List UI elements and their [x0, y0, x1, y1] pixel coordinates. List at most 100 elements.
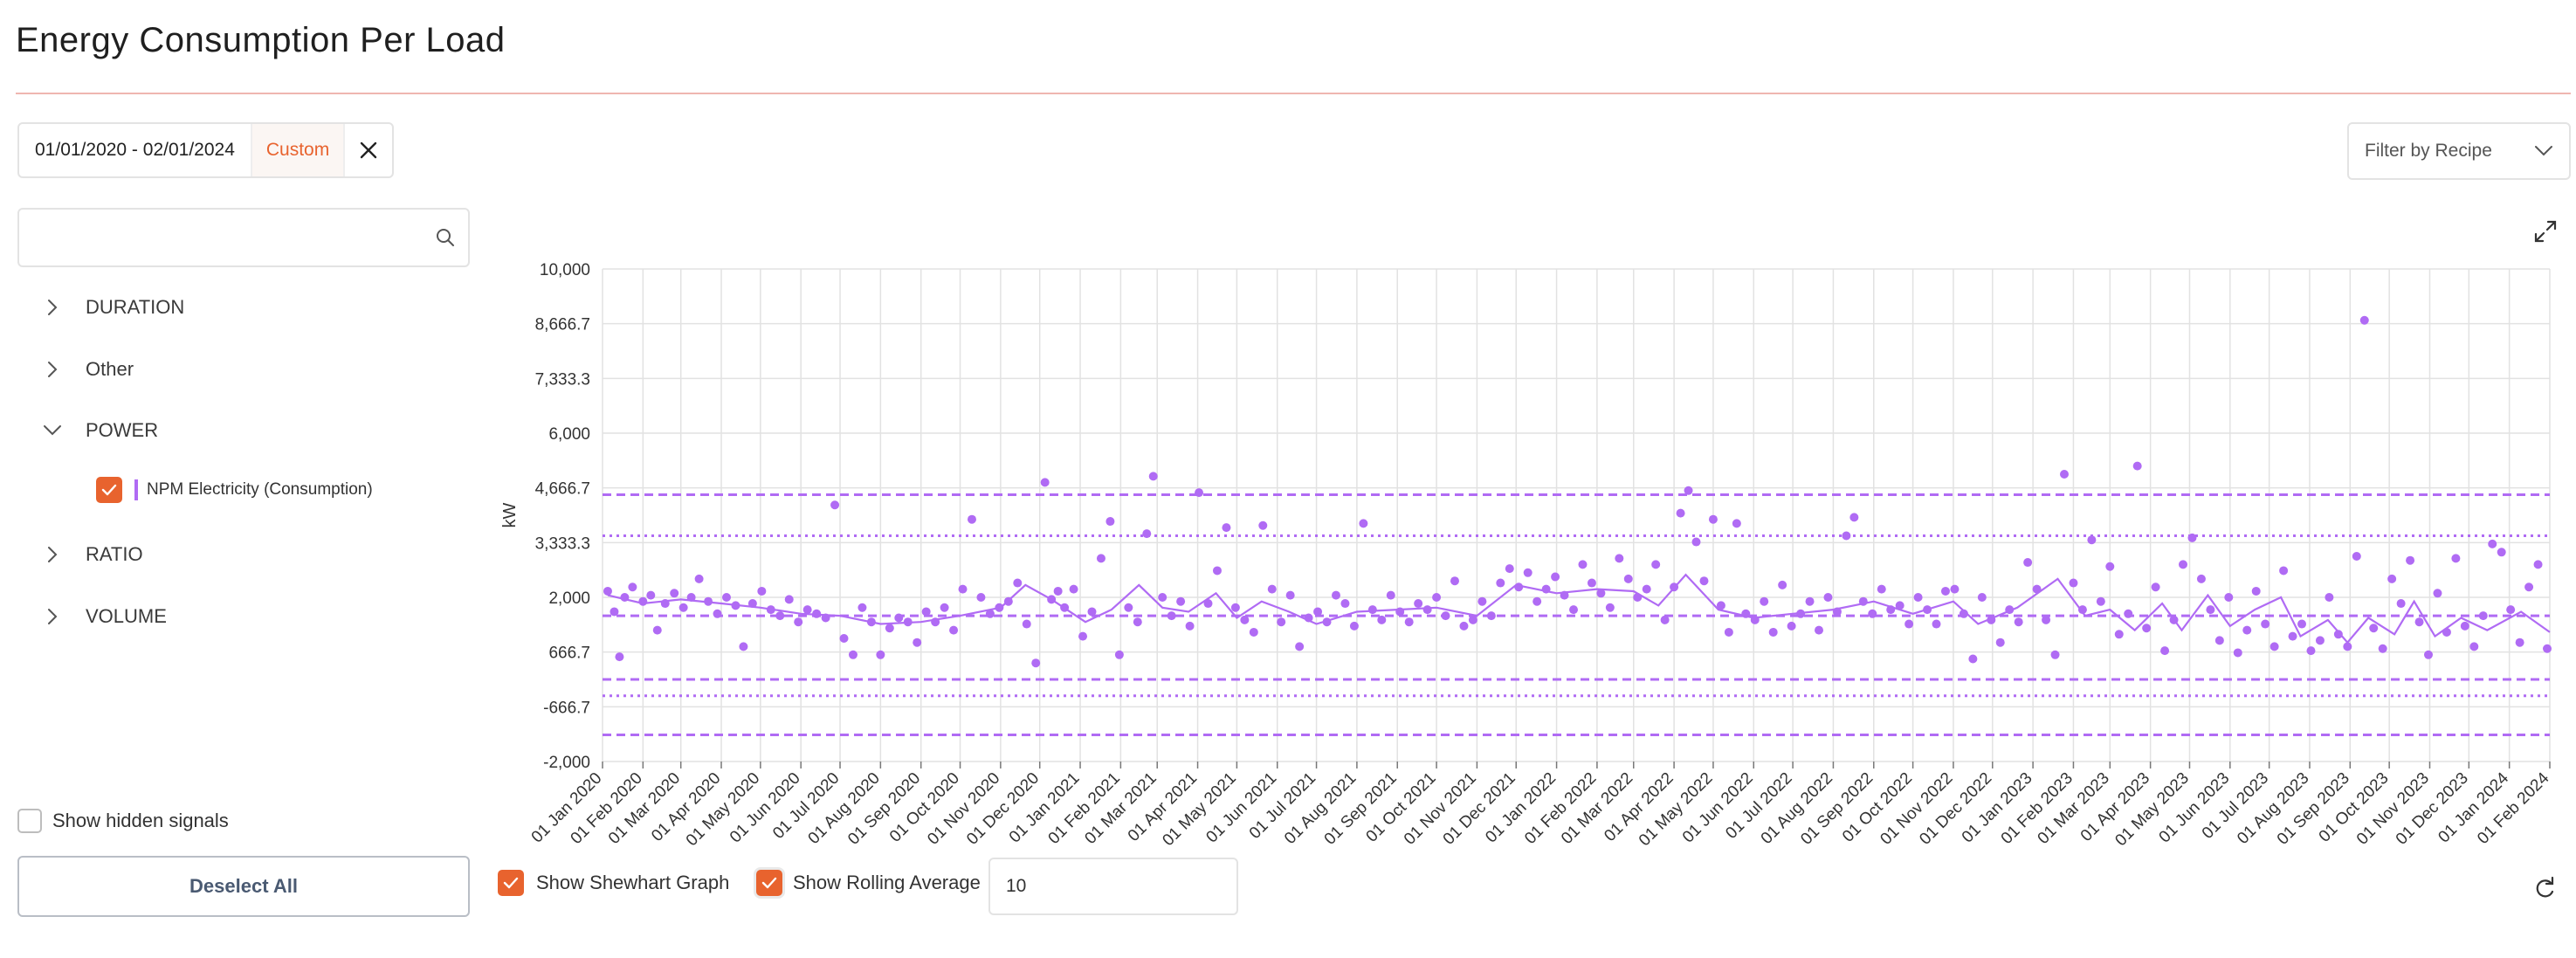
expand-icon[interactable]: [2532, 218, 2559, 245]
data-point: [903, 617, 913, 627]
data-point: [839, 634, 849, 643]
chevron-right-icon[interactable]: [35, 599, 70, 634]
date-range-picker[interactable]: 01/01/2020 - 02/01/2024 Custom: [17, 122, 395, 178]
data-point: [610, 607, 619, 617]
show-shewhart-option[interactable]: Show Shewhart Graph: [498, 870, 729, 896]
data-point: [1858, 596, 1868, 606]
shewhart-checkbox[interactable]: [498, 870, 524, 896]
rolling-average-checkbox[interactable]: [756, 870, 782, 896]
search-input[interactable]: [19, 209, 435, 266]
data-point: [1913, 593, 1923, 602]
data-point: [1787, 621, 1796, 631]
tree-group-power[interactable]: POWER: [35, 413, 158, 448]
data-point: [739, 642, 748, 651]
data-point: [2023, 558, 2033, 568]
date-range-value[interactable]: 01/01/2020 - 02/01/2024: [19, 124, 251, 176]
y-tick-label: 666.7: [548, 644, 590, 663]
signal-search[interactable]: [17, 208, 470, 267]
data-point: [1087, 607, 1097, 617]
data-point: [1660, 615, 1670, 624]
show-rolling-average-option[interactable]: Show Rolling Average: [756, 870, 981, 896]
tree-group-label: DURATION: [86, 296, 185, 318]
show-hidden-label: Show hidden signals: [52, 810, 229, 831]
signal-checkbox[interactable]: [96, 477, 122, 503]
energy-chart: 10,000 8,666.7 7,333.3 6,000 4,666.7 3,333.3 2…: [500, 261, 2553, 850]
tree-group-ratio[interactable]: RATIO: [35, 537, 143, 572]
data-point: [1277, 617, 1286, 627]
data-point: [1932, 619, 1941, 629]
data-point: [721, 593, 731, 602]
data-point: [628, 582, 637, 592]
data-point: [858, 603, 867, 612]
data-point: [2533, 560, 2543, 569]
data-point: [2497, 548, 2506, 557]
data-point: [2325, 593, 2334, 602]
data-point: [2196, 574, 2206, 583]
show-hidden-signals[interactable]: Show hidden signals: [17, 809, 229, 833]
data-point: [1904, 619, 1914, 629]
data-point: [967, 514, 976, 524]
data-point: [1716, 601, 1725, 610]
data-point: [2233, 648, 2242, 658]
chevron-down-icon[interactable]: [35, 413, 70, 448]
search-icon[interactable]: [435, 227, 456, 248]
y-tick-label: 6,000: [548, 425, 590, 444]
data-point: [1796, 609, 1806, 618]
data-point: [976, 593, 986, 602]
data-point: [1842, 531, 1851, 541]
data-point: [1977, 593, 1987, 602]
tree-group-label: VOLUME: [86, 605, 167, 627]
data-point: [2524, 582, 2534, 592]
filter-by-recipe-dropdown[interactable]: Filter by Recipe: [2347, 122, 2571, 180]
clear-date-button[interactable]: [345, 124, 392, 176]
signal-item-npm-electricity[interactable]: NPM Electricity (Consumption): [96, 472, 373, 508]
deselect-all-button[interactable]: Deselect All: [17, 856, 470, 917]
data-point: [766, 605, 775, 615]
data-point: [1450, 576, 1459, 586]
filter-by-recipe-label: Filter by Recipe: [2365, 141, 2492, 161]
data-point: [615, 652, 624, 662]
data-point: [757, 586, 767, 596]
rolling-window-input[interactable]: 10: [988, 858, 1238, 915]
data-point: [2096, 596, 2105, 606]
tree-group-volume[interactable]: VOLUME: [35, 599, 167, 634]
data-point: [2343, 642, 2352, 651]
reset-zoom-icon[interactable]: [2532, 875, 2559, 901]
data-point: [2543, 644, 2552, 653]
data-point: [731, 601, 740, 610]
chevron-right-icon[interactable]: [35, 352, 70, 387]
tree-group-label: POWER: [86, 419, 159, 441]
data-point: [1459, 621, 1469, 631]
data-point: [1176, 596, 1186, 606]
data-point: [1605, 603, 1615, 612]
data-point: [775, 611, 785, 621]
data-point: [2087, 535, 2097, 545]
data-point: [1670, 582, 1679, 592]
data-point: [1124, 603, 1133, 612]
data-point: [2515, 638, 2524, 647]
data-point: [2124, 609, 2133, 618]
data-point: [1651, 560, 1661, 569]
signal-label: NPM Electricity (Consumption): [147, 480, 373, 499]
y-tick-label: -2,000: [543, 754, 590, 772]
data-point: [1895, 601, 1904, 610]
data-point: [1148, 472, 1158, 481]
data-point: [1031, 658, 1041, 668]
check-icon: [761, 877, 777, 889]
y-tick-label: 2,000: [548, 589, 590, 608]
data-point: [747, 599, 757, 609]
data-point: [958, 584, 968, 594]
data-point: [1468, 615, 1477, 624]
tree-group-other[interactable]: Other: [35, 352, 134, 387]
tree-group-duration[interactable]: DURATION: [35, 290, 184, 325]
date-mode-custom[interactable]: Custom: [250, 124, 346, 176]
data-point: [1105, 517, 1115, 527]
chevron-right-icon[interactable]: [35, 290, 70, 325]
data-point: [603, 586, 612, 596]
data-point: [2059, 470, 2069, 479]
data-point: [1078, 631, 1088, 641]
show-hidden-checkbox[interactable]: [17, 809, 42, 833]
data-point: [1514, 582, 1524, 592]
data-point: [1313, 607, 1323, 617]
chevron-right-icon[interactable]: [35, 537, 70, 572]
